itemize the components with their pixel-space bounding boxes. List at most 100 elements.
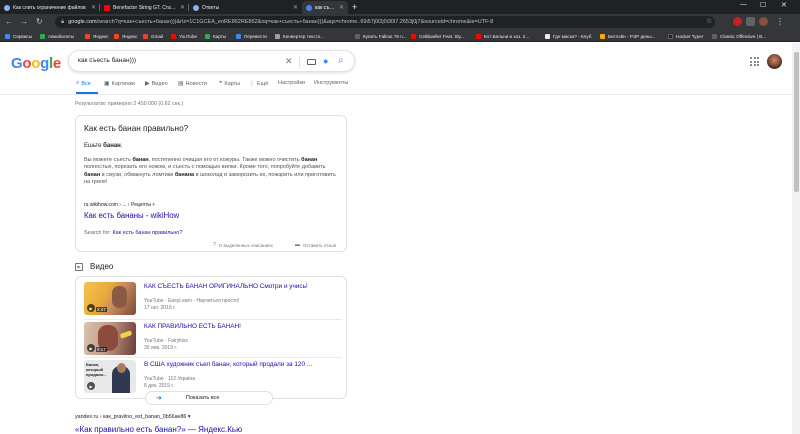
address-bar[interactable]: 🔒︎ google.com/search?q=как+съесть+банан)… — [55, 16, 715, 28]
youtube-icon — [104, 4, 110, 11]
search-box[interactable]: как съесть банан))) ✕ ● ⌕ — [68, 50, 355, 72]
bookmark-item[interactable]: Купить Fallout 76 n... — [355, 31, 407, 41]
tab-tools[interactable]: Инструменты — [314, 80, 348, 86]
tab-label: Ответы — [202, 4, 220, 11]
lock-icon: 🔒︎ — [61, 18, 65, 25]
bookmark-item[interactable]: Яндекс — [85, 31, 108, 41]
google-icon — [306, 4, 312, 11]
bookmark-favicon — [545, 33, 550, 39]
bookmark-label: Авиабилеты — [48, 33, 75, 39]
tab-settings[interactable]: Настройки — [278, 80, 305, 86]
profile-avatar-icon[interactable] — [759, 17, 768, 26]
snippet-link[interactable]: Как есть бананы - wikiHow — [84, 211, 179, 220]
tab-video[interactable]: ▶ Видео — [145, 80, 168, 88]
tab-favicon — [4, 4, 10, 11]
play-icon: ▶ — [87, 382, 95, 390]
forward-icon[interactable]: → — [20, 17, 28, 27]
bookmark-item[interactable]: Авиабилеты — [40, 31, 74, 41]
search-for: Search for: Как есть банан правильно? — [84, 230, 182, 236]
about-snippets-link[interactable]: ? О выделенных описаниях — [213, 242, 273, 248]
search-for-link[interactable]: Как есть банан правильно? — [112, 230, 182, 236]
yandex-icon — [85, 33, 90, 39]
close-window-button[interactable]: ✕ — [781, 1, 787, 9]
bookmark-item[interactable]: Classic Offensive | B... — [712, 31, 766, 41]
video-title[interactable]: КАК СЪЕСТЬ БАНАН ОРИГИНАЛЬНО Смотри и уч… — [144, 283, 308, 290]
bookmark-item[interactable]: Карты — [205, 31, 226, 41]
tab-maps[interactable]: ⌖ Карты — [219, 80, 240, 87]
snippet-text: Вы можете съесть — [84, 157, 133, 163]
back-icon[interactable]: ← — [5, 17, 13, 27]
browser-tab[interactable]: Ответы ✕ — [189, 1, 302, 14]
bookmark-star-icon[interactable]: ☆ — [706, 17, 712, 25]
extension-icon[interactable] — [746, 17, 755, 26]
apps-icon — [5, 33, 10, 39]
google-apps-icon[interactable] — [750, 57, 759, 66]
feedback-link[interactable]: ▬ Оставить отзыв — [295, 242, 336, 248]
keyboard-icon[interactable] — [307, 59, 316, 65]
video-item[interactable]: ▶ 0:17 КАК ПРАВИЛЬНО ЕСТЬ БАНАН! YouTube… — [84, 319, 342, 359]
close-icon[interactable]: ✕ — [91, 4, 96, 11]
url-path: /search?q=как+съесть+банан)))&rlz=1C1GCE… — [96, 19, 494, 25]
bookmark-item[interactable]: Где маска? - Клуб — [545, 31, 591, 41]
youtube-icon — [411, 33, 416, 39]
scrollbar-thumb[interactable] — [794, 52, 799, 192]
extension-icon[interactable] — [733, 17, 742, 26]
new-tab-button[interactable]: + — [352, 2, 357, 12]
video-thumbnail[interactable]: ▶ 0:17 — [84, 322, 136, 355]
close-icon[interactable]: ✕ — [293, 4, 298, 11]
video-thumbnail[interactable]: Банан, который продали... ▶ — [84, 360, 136, 393]
close-icon[interactable]: ✕ — [339, 4, 344, 11]
account-avatar[interactable] — [767, 54, 782, 69]
snippet-bold: банана — [174, 171, 195, 178]
maximize-button[interactable]: ☐ — [760, 1, 766, 9]
clear-icon[interactable]: ✕ — [285, 55, 293, 67]
tab-all[interactable]: ⌕ Все — [76, 80, 91, 87]
tab-news[interactable]: ▤ Новости — [178, 80, 207, 88]
tab-strip: Как слить ограничение файлов ✕ Benefacto… — [0, 0, 800, 14]
bookmark-label: Конвертер тексто... — [283, 33, 325, 39]
bookmark-item[interactable]: Яндекс — [114, 31, 137, 41]
result-title[interactable]: «Как правильно есть банан?» — Яндекс.Кью — [75, 425, 242, 434]
google-logo[interactable]: Google — [11, 55, 61, 72]
bookmark-item[interactable]: YouTube — [171, 31, 197, 41]
snippet-source[interactable]: ru.wikihow.com › ... › Рецепты ▾ — [84, 202, 155, 208]
bookmark-item[interactable]: Кот Бальни и хоз. 2... — [476, 31, 529, 41]
video-item[interactable]: ▶ 2:47 КАК СЪЕСТЬ БАНАН ОРИГИНАЛЬНО Смот… — [84, 279, 342, 319]
address-url: google.com/search?q=как+съесть+банан)))&… — [68, 19, 493, 25]
url-host: google.com — [68, 19, 97, 25]
menu-dots-icon[interactable]: ⋮ — [776, 17, 784, 27]
bookmark-item[interactable]: Конвертер тексто... — [275, 31, 324, 41]
result-stats: Результатов: примерно 2 450 000 (0,62 се… — [75, 101, 184, 107]
bookmark-item[interactable]: Celldweller Feat. Sly... — [411, 31, 464, 41]
tab-more[interactable]: ⋮ Ещё — [249, 80, 268, 88]
bookmark-item[interactable]: Gmail — [143, 31, 163, 41]
search-icon[interactable]: ⌕ — [338, 55, 344, 67]
bookmark-item[interactable]: Hacker Typer — [668, 31, 703, 41]
bookmark-label: Hacker Typer — [676, 33, 704, 39]
video-thumbnail[interactable]: ▶ 2:47 — [84, 282, 136, 315]
result-url[interactable]: yandex.ru › как_pravilno_est_banan_0b56a… — [75, 414, 191, 420]
bookmark-item[interactable]: Перевести — [236, 31, 267, 41]
tab-favicon — [193, 4, 199, 11]
header-divider — [0, 94, 800, 95]
feedback-label: О выделенных описаниях — [218, 242, 273, 248]
video-duration: 0:17 — [96, 347, 107, 352]
close-icon[interactable]: ✕ — [180, 4, 185, 11]
microphone-icon[interactable]: ● — [323, 55, 328, 67]
browser-tab[interactable]: Benefactor String GT. Ставит на ✕ — [100, 1, 189, 14]
show-all-videos-button[interactable]: ➔ Показать все — [145, 391, 273, 405]
search-input[interactable]: как съесть банан))) — [78, 57, 136, 64]
chevron-down-icon[interactable]: ▾ — [152, 202, 155, 208]
video-title[interactable]: В США художник съел банан, который прода… — [144, 361, 312, 368]
reload-icon[interactable]: ↻ — [36, 17, 43, 27]
browser-tab[interactable]: Как слить ограничение файлов ✕ — [0, 1, 100, 14]
bookmark-item[interactable]: Сервисы — [5, 31, 32, 41]
tab-label: Видео — [151, 80, 168, 87]
tab-images[interactable]: ▣ Картинки — [104, 80, 135, 88]
feedback-icon: ▬ — [295, 242, 300, 248]
browser-tab-active[interactable]: как съесть банан))) - Поиск в Go ✕ — [302, 1, 348, 14]
minimize-button[interactable]: — — [740, 1, 747, 8]
tab-label: как съесть банан))) - Поиск в Go — [315, 4, 336, 11]
video-title[interactable]: КАК ПРАВИЛЬНО ЕСТЬ БАНАН! — [144, 323, 241, 330]
bookmark-item[interactable]: Битлэйн - РЭР дены... — [600, 31, 655, 41]
